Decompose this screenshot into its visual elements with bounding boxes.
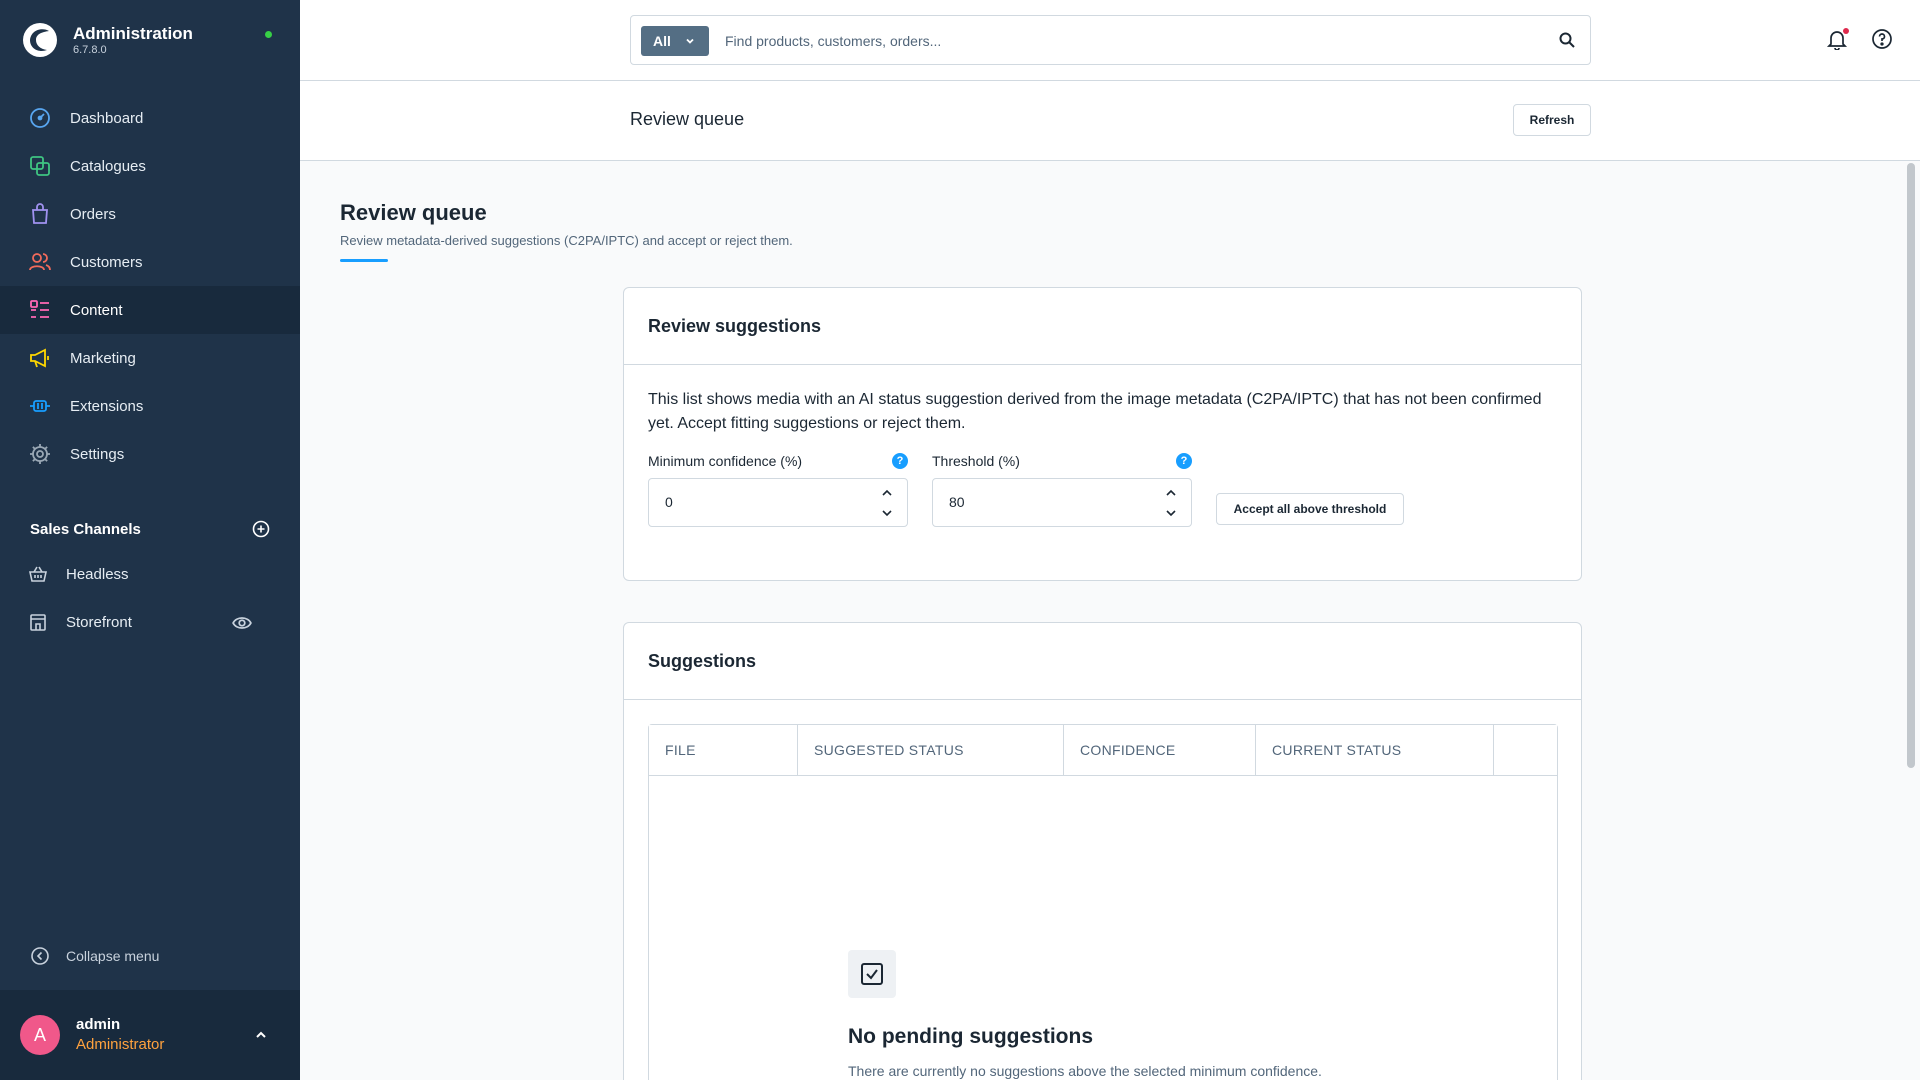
refresh-button[interactable]: Refresh: [1513, 104, 1591, 136]
accept-all-above-threshold-button[interactable]: Accept all above threshold: [1216, 493, 1404, 525]
nav-item-dashboard[interactable]: Dashboard: [0, 94, 300, 142]
suggestions-card: Suggestions FILE SUGGESTED STATUS CONFID…: [623, 622, 1582, 1080]
table-header: FILE SUGGESTED STATUS CONFIDENCE CURRENT…: [649, 725, 1557, 776]
page-title-underline: [340, 259, 388, 262]
user-profile[interactable]: A admin Administrator: [0, 990, 300, 1080]
nav-label-customers: Customers: [70, 253, 143, 271]
nav-label-orders: Orders: [70, 205, 116, 223]
nav-item-content[interactable]: Content: [0, 286, 300, 334]
checkbox-checked-icon: [861, 963, 883, 985]
decrement-arrow-icon[interactable]: [881, 507, 893, 519]
sales-channel-headless[interactable]: Headless: [0, 550, 300, 598]
collapse-menu-button[interactable]: Collapse menu: [30, 946, 159, 966]
online-status-dot: [265, 31, 272, 38]
sales-channel-list: Headless Storefront: [0, 550, 300, 646]
min-confidence-field[interactable]: 0: [648, 478, 908, 527]
settings-icon: [30, 444, 50, 464]
notification-badge: [1843, 28, 1849, 34]
chevron-up-icon[interactable]: [254, 1028, 268, 1042]
user-name: admin: [76, 1016, 121, 1033]
review-suggestions-card: Review suggestions This list shows media…: [623, 287, 1582, 581]
marketing-icon: [30, 348, 49, 368]
content-icon: [30, 300, 49, 318]
chevron-down-icon: [686, 38, 694, 44]
search-type-label: All: [653, 33, 671, 49]
brand[interactable]: Administration 6.7.8.0: [22, 22, 193, 58]
top-bar: All: [300, 0, 1920, 81]
avatar: A: [20, 1015, 60, 1055]
sidebar: Administration 6.7.8.0 Dashboard Catalog…: [0, 0, 300, 1080]
global-search: All: [630, 15, 1591, 65]
threshold-label: Threshold (%): [932, 453, 1020, 469]
nav-label-extensions: Extensions: [70, 397, 144, 415]
decrement-arrow-icon[interactable]: [1165, 507, 1177, 519]
empty-state-title: No pending suggestions: [848, 1025, 1093, 1048]
nav-label-content: Content: [70, 301, 123, 319]
review-description: This list shows media with an AI status …: [648, 391, 1542, 432]
column-header-confidence[interactable]: CONFIDENCE: [1064, 725, 1256, 775]
empty-state-icon-box: [848, 950, 896, 998]
eye-icon[interactable]: [232, 613, 252, 633]
card-title: Review suggestions: [624, 288, 1581, 365]
min-confidence-label: Minimum confidence (%): [648, 453, 803, 469]
increment-arrow-icon[interactable]: [1165, 487, 1177, 499]
threshold-field[interactable]: 80: [932, 478, 1192, 527]
nav-item-orders[interactable]: Orders: [0, 190, 300, 238]
search-type-dropdown[interactable]: All: [641, 26, 709, 56]
shopware-logo-icon: [23, 23, 57, 57]
threshold-value: 80: [949, 494, 965, 510]
search-input[interactable]: [725, 28, 1525, 54]
sales-channels-header: Sales Channels: [30, 520, 270, 538]
card-title: Suggestions: [624, 623, 1581, 700]
increment-arrow-icon[interactable]: [881, 487, 893, 499]
content-scrollbar[interactable]: [1907, 163, 1915, 768]
extensions-icon: [30, 400, 50, 412]
app-version: 6.7.8.0: [73, 43, 107, 56]
suggestions-table: FILE SUGGESTED STATUS CONFIDENCE CURRENT…: [648, 724, 1558, 1080]
basket-icon: [29, 566, 47, 582]
catalogues-icon: [30, 156, 50, 176]
column-header-suggested-status[interactable]: SUGGESTED STATUS: [798, 725, 1064, 775]
nav-item-marketing[interactable]: Marketing: [0, 334, 300, 382]
nav-item-catalogues[interactable]: Catalogues: [0, 142, 300, 190]
min-confidence-value: 0: [665, 494, 673, 510]
sales-channel-label: Headless: [66, 565, 129, 583]
sales-channel-storefront[interactable]: Storefront: [0, 598, 300, 646]
column-header-current-status[interactable]: CURRENT STATUS: [1256, 725, 1494, 775]
sales-channels-title: Sales Channels: [30, 520, 141, 538]
nav-label-settings: Settings: [70, 445, 125, 463]
empty-state-text: There are currently no suggestions above…: [848, 1063, 1322, 1079]
help-icon[interactable]: [1871, 28, 1893, 50]
customers-icon: [29, 253, 51, 271]
page-subtitle: Review metadata-derived suggestions (C2P…: [340, 233, 793, 248]
smart-bar: Review queue Refresh: [300, 81, 1920, 161]
main-navigation: Dashboard Catalogues Orders Customers Co…: [0, 94, 300, 478]
column-header-file[interactable]: FILE: [649, 725, 798, 775]
threshold-help-icon[interactable]: ?: [1176, 453, 1192, 469]
nav-item-customers[interactable]: Customers: [0, 238, 300, 286]
collapse-menu-label: Collapse menu: [66, 948, 160, 964]
user-role: Administrator: [76, 1036, 165, 1053]
orders-icon: [32, 203, 48, 224]
nav-item-extensions[interactable]: Extensions: [0, 382, 300, 430]
page-title: Review queue: [340, 200, 487, 225]
nav-item-settings[interactable]: Settings: [0, 430, 300, 478]
dashboard-icon: [30, 108, 50, 128]
nav-label-catalogues: Catalogues: [70, 157, 146, 175]
storefront-icon: [30, 614, 46, 631]
collapse-arrow-icon: [31, 947, 49, 965]
smart-bar-title: Review queue: [630, 109, 745, 129]
column-header-actions: [1494, 725, 1557, 775]
search-icon[interactable]: [1558, 31, 1576, 49]
sales-channel-label: Storefront: [66, 613, 132, 631]
nav-label-marketing: Marketing: [70, 349, 136, 367]
add-sales-channel-icon[interactable]: [252, 520, 270, 538]
min-confidence-help-icon[interactable]: ?: [892, 453, 908, 469]
app-title: Administration: [73, 23, 193, 43]
nav-label-dashboard: Dashboard: [70, 109, 144, 127]
